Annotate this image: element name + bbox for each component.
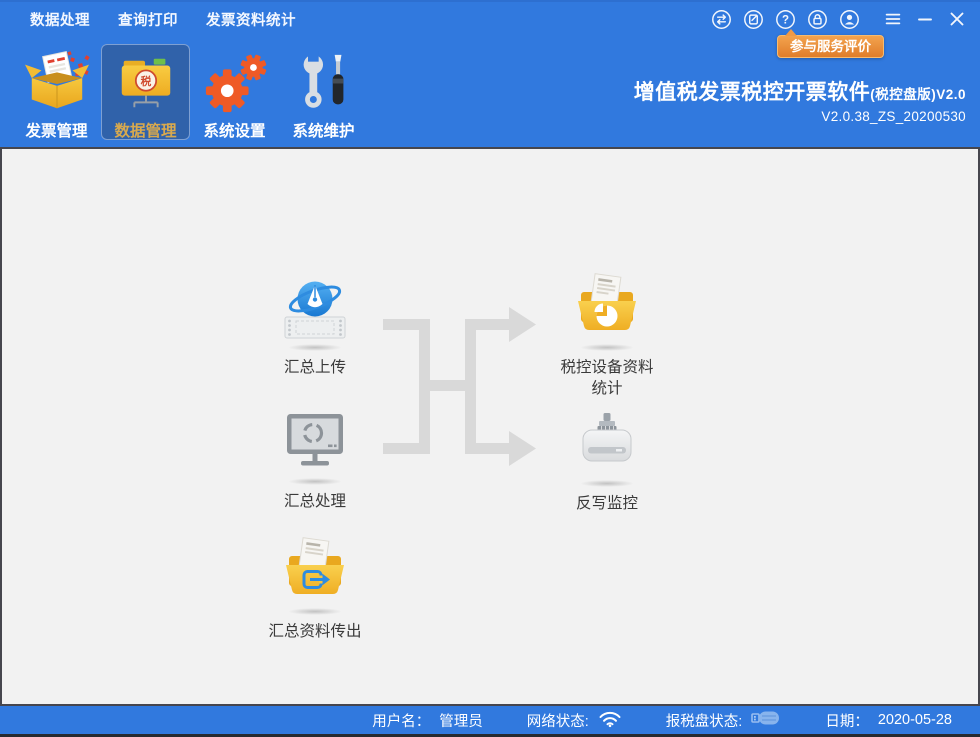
help-icon[interactable]: ? — [774, 8, 796, 30]
feedback-icon[interactable] — [742, 8, 764, 30]
globe-upload-icon — [279, 271, 351, 343]
gears-icon — [199, 51, 271, 115]
menubar: 数据处理 查询打印 发票资料统计 — [30, 9, 296, 30]
menu-icon[interactable] — [882, 8, 904, 30]
titlebar: 数据处理 查询打印 发票资料统计 — [0, 0, 980, 36]
drive-brush-icon — [571, 407, 643, 479]
icon-shadow — [580, 480, 634, 487]
module-summary-export[interactable]: 汇总资料传出 — [253, 535, 377, 642]
toolbar-items: 发票管理 税 数据管理 — [12, 44, 368, 140]
user-icon[interactable] — [838, 8, 860, 30]
module-device-stats[interactable]: 税控设备资料统计 — [545, 271, 669, 399]
toolbar-data-management[interactable]: 税 数据管理 — [101, 44, 190, 140]
statusbar: 用户名： 管理员 网络状态: 报税盘状态: — [0, 704, 980, 737]
wifi-icon — [598, 709, 622, 732]
folder-piechart-icon — [571, 271, 643, 343]
product-title: 增值税发票税控开票软件(税控盘版)V2.0 — [634, 76, 966, 106]
module-summary-upload[interactable]: 汇总上传 — [253, 271, 377, 378]
app-window: 数据处理 查询打印 发票资料统计 — [0, 0, 980, 737]
titlebar-icons: ? — [710, 8, 968, 30]
menu-query-print[interactable]: 查询打印 — [118, 9, 178, 30]
module-label: 汇总资料传出 — [268, 621, 361, 642]
toolbar-item-label: 发票管理 — [25, 119, 87, 141]
flow-arrows — [380, 301, 542, 473]
date-label: 日期： — [825, 710, 869, 731]
network-label: 网络状态: — [527, 710, 589, 731]
tools-icon — [288, 51, 360, 115]
icon-shadow — [288, 478, 342, 485]
product-version: V2.0.38_ZS_20200530 — [634, 109, 966, 124]
menu-data-processing[interactable]: 数据处理 — [30, 9, 90, 30]
lock-icon[interactable] — [806, 8, 828, 30]
module-label: 汇总上传 — [284, 357, 346, 378]
toolbar-item-label: 数据管理 — [114, 119, 176, 141]
toolbar-item-label: 系统设置 — [203, 119, 265, 141]
svg-text:税: 税 — [140, 75, 151, 88]
user-label: 用户名： — [372, 710, 430, 731]
product-edition: (税控盘版)V2.0 — [870, 87, 966, 102]
icon-shadow — [288, 344, 342, 351]
close-icon[interactable] — [946, 8, 968, 30]
toolbar-invoice-management[interactable]: 发票管理 — [12, 44, 101, 140]
status-network: 网络状态: — [527, 709, 622, 732]
toolbar-system-maintenance[interactable]: 系统维护 — [279, 44, 368, 140]
user-value: 管理员 — [439, 710, 483, 731]
icon-shadow — [288, 608, 342, 615]
module-summary-process[interactable]: 汇总处理 — [253, 405, 377, 512]
transfer-icon[interactable] — [710, 8, 732, 30]
status-user: 用户名： 管理员 — [372, 710, 483, 731]
minimize-icon[interactable] — [914, 8, 936, 30]
folder-export-icon — [279, 535, 351, 607]
toolbar-item-label: 系统维护 — [292, 119, 354, 141]
date-value: 2020-05-28 — [878, 712, 952, 728]
status-date: 日期： 2020-05-28 — [825, 710, 952, 731]
toolbar-system-settings[interactable]: 系统设置 — [190, 44, 279, 140]
main-content: 汇总上传 — [0, 147, 980, 704]
taxdisk-label: 报税盘状态: — [666, 710, 743, 731]
status-taxdisk: 报税盘状态: — [666, 709, 782, 731]
module-label: 汇总处理 — [284, 491, 346, 512]
monitor-refresh-icon — [279, 405, 351, 477]
service-rating-tooltip[interactable]: 参与服务评价 — [777, 35, 884, 58]
module-label: 反写监控 — [576, 493, 638, 514]
icon-shadow — [580, 344, 634, 351]
svg-text:?: ? — [781, 14, 788, 26]
data-folder-icon: 税 — [110, 51, 182, 115]
usb-disk-icon — [751, 709, 781, 731]
module-label: 税控设备资料统计 — [557, 357, 657, 399]
module-writeback-monitor[interactable]: 反写监控 — [545, 407, 669, 514]
menu-invoice-stats[interactable]: 发票资料统计 — [206, 9, 296, 30]
invoice-box-icon — [21, 51, 93, 115]
